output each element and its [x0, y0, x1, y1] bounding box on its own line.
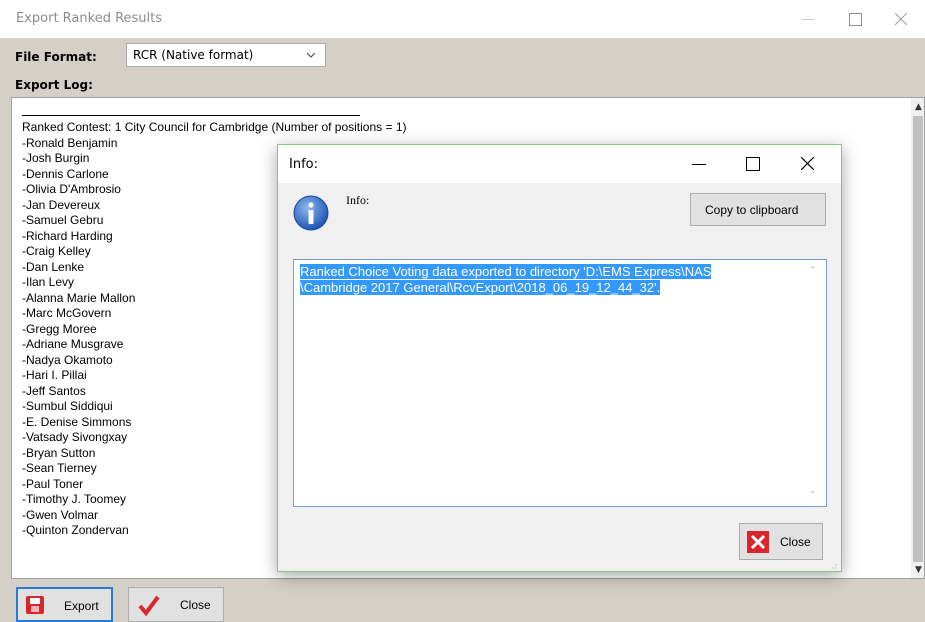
- minimize-button[interactable]: [786, 0, 832, 38]
- maximize-icon: [746, 157, 760, 171]
- file-format-select[interactable]: RCR (Native format): [126, 43, 326, 67]
- window-close-button[interactable]: [878, 0, 924, 38]
- minimize-icon: [802, 19, 814, 20]
- file-format-label: File Format:: [15, 50, 97, 64]
- log-line: Ranked Contest: 1 City Council for Cambr…: [22, 120, 407, 134]
- copy-to-clipboard-button[interactable]: Copy to clipboard: [690, 193, 826, 226]
- close-icon: [801, 157, 814, 170]
- dialog-close-button[interactable]: Close: [739, 523, 823, 560]
- copy-button-label: Copy to clipboard: [705, 203, 799, 217]
- dialog-title-bar: Info:: [278, 145, 841, 183]
- minimize-icon: [692, 164, 706, 165]
- scroll-up-icon[interactable]: ▲: [915, 102, 922, 112]
- message-textbox[interactable]: Ranked Choice Voting data exported to di…: [293, 259, 827, 507]
- message-text: Ranked Choice Voting data exported to di…: [300, 264, 770, 296]
- dialog-close-label: Close: [780, 535, 811, 549]
- dialog-maximize-button[interactable]: [730, 145, 776, 183]
- maximize-button[interactable]: [832, 0, 878, 38]
- window-title-bar: Export Ranked Results: [0, 0, 925, 38]
- message-selection: Ranked Choice Voting data exported to di…: [300, 264, 712, 295]
- maximize-icon: [849, 13, 862, 26]
- chevron-down-icon: [307, 52, 315, 58]
- chevron-down-icon[interactable]: ⌄: [809, 486, 817, 496]
- dialog-close-x-button[interactable]: [785, 145, 831, 183]
- close-button-label: Close: [180, 598, 211, 612]
- chevron-up-icon[interactable]: ⌃: [809, 266, 817, 276]
- dialog-minimize-button[interactable]: [676, 145, 722, 183]
- close-icon: [895, 13, 907, 25]
- dialog-info-label: Info:: [346, 193, 370, 207]
- close-button[interactable]: Close: [128, 587, 224, 622]
- resize-grip-icon[interactable]: [830, 559, 838, 569]
- export-log-label: Export Log:: [15, 78, 93, 92]
- info-icon: [293, 195, 329, 231]
- checkmark-icon: [138, 595, 160, 617]
- dialog-title: Info:: [289, 157, 318, 172]
- close-icon: [747, 531, 769, 553]
- export-button[interactable]: Export: [16, 587, 113, 622]
- export-button-label: Export: [64, 599, 99, 613]
- file-format-value: RCR (Native format): [133, 48, 254, 62]
- log-scrollbar-thumb[interactable]: [913, 116, 923, 562]
- info-dialog: Info: Info: Copy to clipboard Ranked Cho…: [277, 144, 842, 572]
- window-title: Export Ranked Results: [16, 11, 163, 26]
- save-icon: [26, 596, 44, 614]
- scroll-down-icon[interactable]: ▼: [915, 565, 922, 575]
- log-divider: [22, 115, 360, 116]
